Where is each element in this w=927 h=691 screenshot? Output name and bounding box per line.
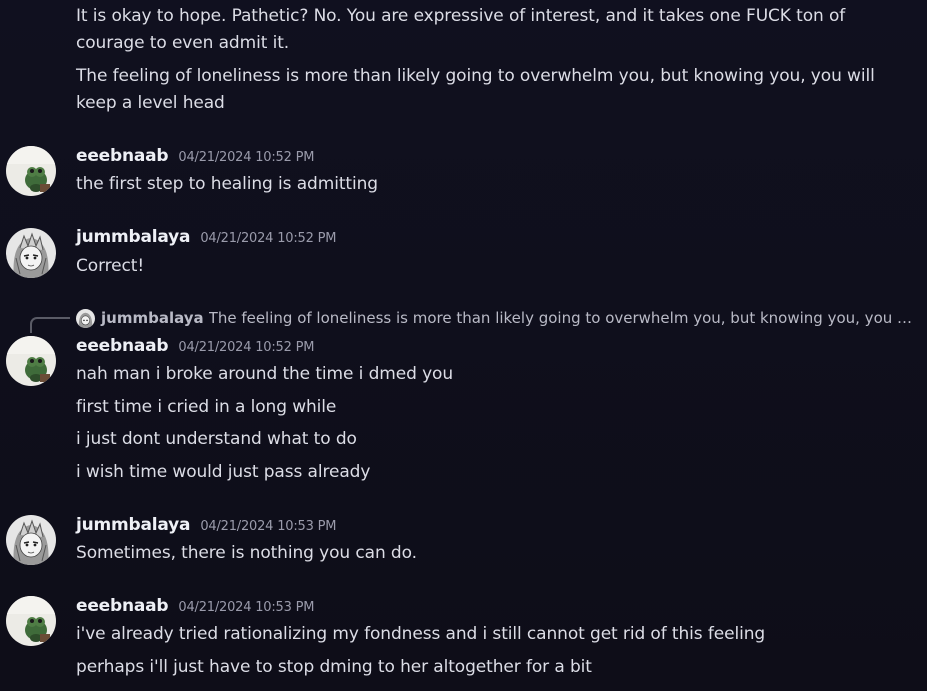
message-text: The feeling of loneliness is more than l… <box>76 66 875 113</box>
manga-girl-avatar-icon <box>6 228 56 278</box>
message-text: Sometimes, there is nothing you can do. <box>76 543 417 563</box>
message-text: i wish time would just pass already <box>76 462 371 482</box>
timestamp: 04/21/2024 10:52 PM <box>178 150 315 165</box>
message-header: eeebnaab 04/21/2024 10:53 PM <box>76 596 314 616</box>
reply-preview[interactable]: jummbalaya The feeling of loneliness is … <box>76 306 913 330</box>
frog-plush-avatar-icon <box>6 336 56 386</box>
message-text: first time i cried in a long while <box>76 397 337 417</box>
manga-girl-avatar-icon <box>6 515 56 565</box>
timestamp: 04/21/2024 10:53 PM <box>200 519 337 534</box>
avatar[interactable] <box>6 515 56 565</box>
message-text: i've already tried rationalizing my fond… <box>76 624 766 644</box>
reply-avatar <box>76 308 95 328</box>
avatar[interactable] <box>6 596 56 646</box>
chat-message-list: It is okay to hope. Pathetic? No. You ar… <box>0 0 927 691</box>
message-header: jummbalaya 04/21/2024 10:53 PM <box>76 515 336 535</box>
username[interactable]: eeebnaab <box>76 596 169 616</box>
timestamp: 04/21/2024 10:52 PM <box>200 231 337 246</box>
message-text: It is okay to hope. Pathetic? No. You ar… <box>76 6 846 53</box>
avatar[interactable] <box>6 336 56 386</box>
message-text: the first step to healing is admitting <box>76 174 378 194</box>
avatar[interactable] <box>6 146 56 196</box>
username[interactable]: jummbalaya <box>76 227 191 247</box>
message-header: eeebnaab 04/21/2024 10:52 PM <box>76 336 314 356</box>
manga-girl-avatar-icon <box>76 308 95 328</box>
frog-plush-avatar-icon <box>6 596 56 646</box>
timestamp: 04/21/2024 10:52 PM <box>178 340 315 355</box>
frog-plush-avatar-icon <box>6 146 56 196</box>
username[interactable]: eeebnaab <box>76 146 169 166</box>
message-text: i just dont understand what to do <box>76 429 357 449</box>
username[interactable]: eeebnaab <box>76 336 169 356</box>
message-header: jummbalaya 04/21/2024 10:52 PM <box>76 227 336 247</box>
avatar[interactable] <box>6 228 56 278</box>
username[interactable]: jummbalaya <box>76 515 191 535</box>
reply-username[interactable]: jummbalaya <box>101 309 204 327</box>
message-text: nah man i broke around the time i dmed y… <box>76 364 454 384</box>
timestamp: 04/21/2024 10:53 PM <box>178 600 315 615</box>
message-text: Correct! <box>76 256 145 276</box>
reply-connector <box>30 317 70 333</box>
reply-text[interactable]: The feeling of loneliness is more than l… <box>209 309 913 327</box>
message-header: eeebnaab 04/21/2024 10:52 PM <box>76 146 314 166</box>
message-text: perhaps i'll just have to stop dming to … <box>76 657 592 677</box>
